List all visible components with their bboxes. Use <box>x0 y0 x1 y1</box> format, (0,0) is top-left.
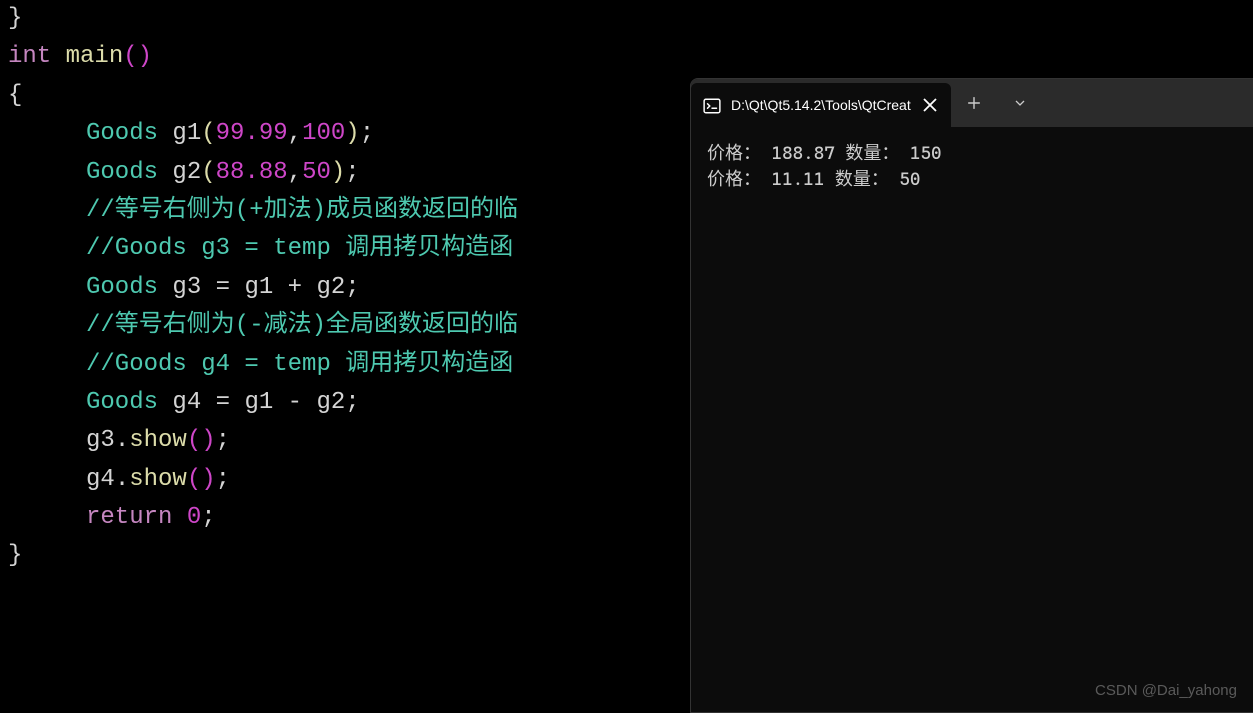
paren: ) <box>138 43 152 70</box>
terminal-window: D:\Qt\Qt5.14.2\Tools\QtCreat 价格： 188.87 … <box>690 78 1253 713</box>
dropdown-button[interactable] <box>997 79 1043 127</box>
variable: g2 <box>316 389 345 416</box>
variable: g2 <box>172 159 201 186</box>
close-icon[interactable] <box>921 96 939 114</box>
keyword: int <box>8 43 51 70</box>
watermark: CSDN @Dai_yahong <box>1095 682 1237 699</box>
number: 99.99 <box>216 120 288 147</box>
code-line: } <box>8 0 1245 38</box>
semicolon: ; <box>360 120 374 147</box>
output-line: 价格： 188.87 数量： 150 <box>707 141 1238 167</box>
operator: = <box>216 389 230 416</box>
titlebar: D:\Qt\Qt5.14.2\Tools\QtCreat <box>691 79 1253 127</box>
number: 88.88 <box>216 159 288 186</box>
paren: ) <box>331 159 345 186</box>
variable: g4 <box>172 389 201 416</box>
variable: g3 <box>172 274 201 301</box>
type: Goods <box>86 120 158 147</box>
dot: . <box>115 466 129 493</box>
semicolon: ; <box>345 274 359 301</box>
comma: , <box>288 159 302 186</box>
new-tab-button[interactable] <box>951 79 997 127</box>
function-name: main <box>66 43 124 70</box>
semicolon: ; <box>345 159 359 186</box>
terminal-output: 价格： 188.87 数量： 150 价格： 11.11 数量： 50 <box>691 127 1253 207</box>
method: show <box>129 427 187 454</box>
number: 100 <box>302 120 345 147</box>
paren: ( <box>201 159 215 186</box>
operator: - <box>288 389 302 416</box>
variable: g1 <box>172 120 201 147</box>
operator: + <box>288 274 302 301</box>
number: 50 <box>302 159 331 186</box>
number: 0 <box>187 504 201 531</box>
paren: ) <box>345 120 359 147</box>
variable: g1 <box>244 274 273 301</box>
paren: ( <box>187 427 201 454</box>
terminal-tab[interactable]: D:\Qt\Qt5.14.2\Tools\QtCreat <box>691 83 951 127</box>
brace: } <box>8 542 22 569</box>
paren: ) <box>201 466 215 493</box>
semicolon: ; <box>201 504 215 531</box>
semicolon: ; <box>345 389 359 416</box>
semicolon: ; <box>216 427 230 454</box>
dot: . <box>115 427 129 454</box>
paren: ( <box>201 120 215 147</box>
comma: , <box>288 120 302 147</box>
operator: = <box>216 274 230 301</box>
type: Goods <box>86 274 158 301</box>
brace: { <box>8 82 22 109</box>
variable: g2 <box>316 274 345 301</box>
code-line: int main() <box>8 38 1245 76</box>
method: show <box>129 466 187 493</box>
paren: ) <box>201 427 215 454</box>
output-line: 价格： 11.11 数量： 50 <box>707 167 1238 193</box>
paren: ( <box>187 466 201 493</box>
titlebar-actions <box>951 79 1253 127</box>
brace: } <box>8 5 22 32</box>
keyword: return <box>86 504 172 531</box>
variable: g1 <box>244 389 273 416</box>
variable: g3 <box>86 427 115 454</box>
comment: //等号右侧为(-减法)全局函数返回的临 <box>86 312 518 339</box>
comment: //Goods g4 = temp 调用拷贝构造函 <box>86 351 513 378</box>
comment: //等号右侧为(+加法)成员函数返回的临 <box>86 197 518 224</box>
type: Goods <box>86 389 158 416</box>
variable: g4 <box>86 466 115 493</box>
paren: ( <box>123 43 137 70</box>
semicolon: ; <box>216 466 230 493</box>
type: Goods <box>86 159 158 186</box>
terminal-icon <box>703 96 721 114</box>
tab-title: D:\Qt\Qt5.14.2\Tools\QtCreat <box>731 97 911 113</box>
comment: //Goods g3 = temp 调用拷贝构造函 <box>86 235 513 262</box>
